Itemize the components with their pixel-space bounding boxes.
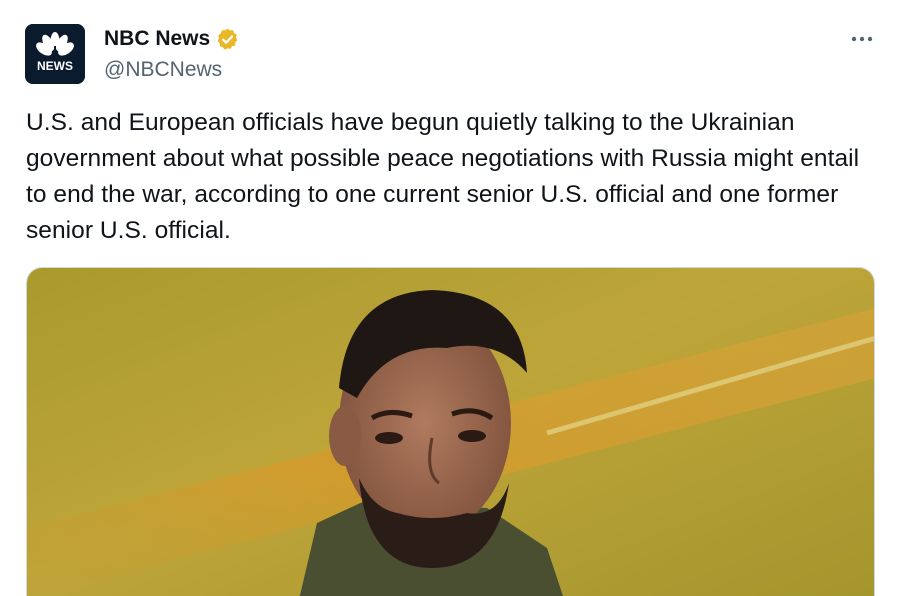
nbc-peacock-logo: NEWS <box>25 24 85 84</box>
avatar-logo-text: NEWS <box>37 59 73 73</box>
author-display-name[interactable]: NBC News <box>104 25 210 53</box>
tweet-photo[interactable] <box>26 267 875 596</box>
tweet-text: U.S. and European officials have begun q… <box>26 109 860 244</box>
photo-illustration <box>27 268 874 596</box>
tweet-card: NEWS NBC News @NBCNews U.S. and European… <box>0 0 905 596</box>
gold-verified-icon[interactable] <box>215 27 240 52</box>
more-options-icon[interactable] <box>847 24 877 54</box>
author-name-row: NBC News <box>104 25 240 53</box>
author-handle[interactable]: @NBCNews <box>104 56 222 84</box>
avatar[interactable]: NEWS <box>25 24 85 84</box>
